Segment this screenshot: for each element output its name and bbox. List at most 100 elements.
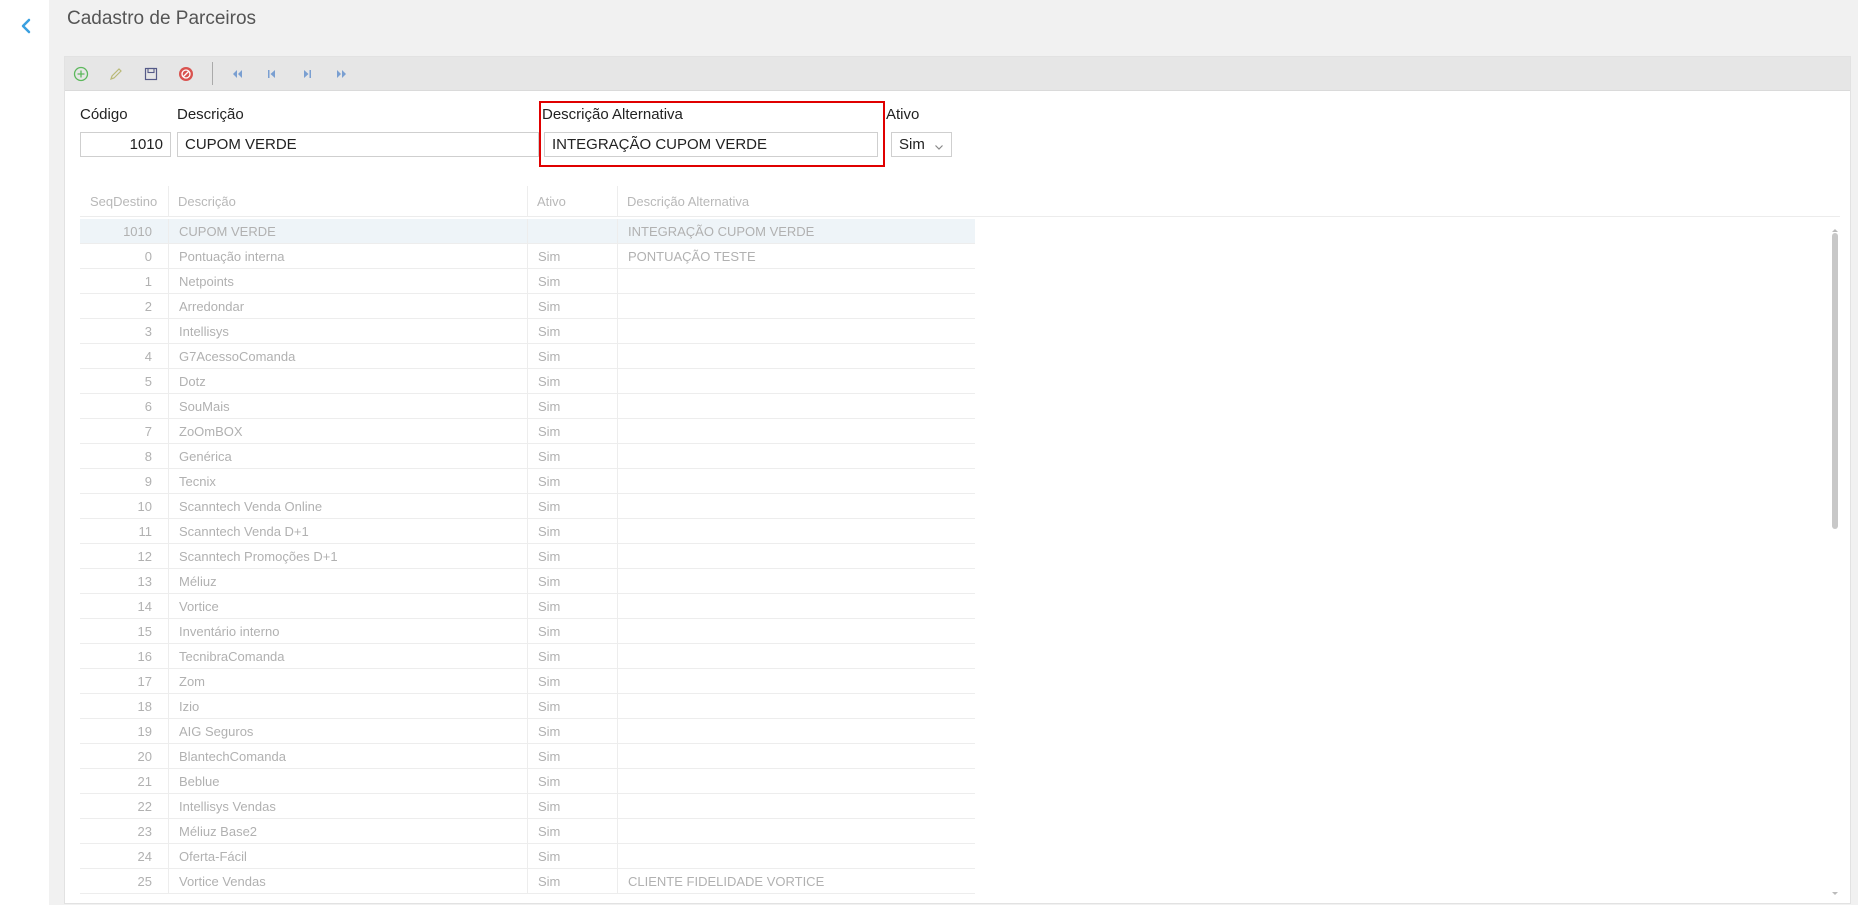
cell-descricao-alternativa	[617, 569, 975, 594]
left-rail	[0, 0, 49, 905]
table-row[interactable]: 14 Vortice Sim	[80, 594, 975, 619]
cell-descricao-alternativa	[617, 544, 975, 569]
cell-descricao-alternativa: PONTUAÇÃO TESTE	[617, 244, 975, 269]
descricao-input[interactable]	[177, 132, 539, 157]
table-row[interactable]: 22 Intellisys Vendas Sim	[80, 794, 975, 819]
table-row[interactable]: 12 Scanntech Promoções D+1 Sim	[80, 544, 975, 569]
cell-descricao: Pontuação interna	[168, 244, 528, 269]
vertical-scrollbar[interactable]	[1828, 219, 1842, 895]
table-row[interactable]: 4 G7AcessoComanda Sim	[80, 344, 975, 369]
table-row[interactable]: 21 Beblue Sim	[80, 769, 975, 794]
cell-ativo: Sim	[527, 819, 617, 844]
table-row[interactable]: 16 TecnibraComanda Sim	[80, 644, 975, 669]
codigo-input[interactable]	[80, 132, 171, 157]
cell-seqdestino: 1010	[123, 224, 152, 239]
back-icon[interactable]	[16, 16, 36, 36]
first-record-icon[interactable]	[226, 63, 248, 85]
table-row[interactable]: 19 AIG Seguros Sim	[80, 719, 975, 744]
table-row[interactable]: 9 Tecnix Sim	[80, 469, 975, 494]
cell-ativo	[527, 219, 617, 244]
cell-descricao-alternativa	[617, 494, 975, 519]
cell-ativo: Sim	[527, 469, 617, 494]
edit-icon[interactable]	[105, 63, 127, 85]
table-row[interactable]: 15 Inventário interno Sim	[80, 619, 975, 644]
descricao-alternativa-input[interactable]	[544, 132, 878, 157]
table-row[interactable]: 24 Oferta-Fácil Sim	[80, 844, 975, 869]
cell-seqdestino: 9	[144, 474, 152, 489]
cell-descricao-alternativa	[617, 394, 975, 419]
cell-seqdestino: 4	[144, 349, 152, 364]
table-row[interactable]: 17 Zom Sim	[80, 669, 975, 694]
cell-ativo: Sim	[527, 319, 617, 344]
ativo-select[interactable]: Sim	[891, 132, 952, 157]
table-row[interactable]: 11 Scanntech Venda D+1 Sim	[80, 519, 975, 544]
cell-seqdestino: 5	[144, 374, 152, 389]
table-row[interactable]: 25 Vortice Vendas Sim CLIENTE FIDELIDADE VO…	[80, 869, 975, 894]
cell-seqdestino: 2	[144, 299, 152, 314]
toolbar	[65, 57, 1850, 91]
scroll-up-icon[interactable]	[1830, 221, 1840, 232]
cell-ativo: Sim	[527, 594, 617, 619]
cell-descricao-alternativa	[617, 744, 975, 769]
table-row[interactable]: 3 Intellisys Sim	[80, 319, 975, 344]
table-row[interactable]: 0 Pontuação interna Sim PONTUAÇÃO TESTE	[80, 244, 975, 269]
table-row[interactable]: 10 Scanntech Venda Online Sim	[80, 494, 975, 519]
cell-descricao: TecnibraComanda	[168, 644, 528, 669]
cell-descricao: Netpoints	[168, 269, 528, 294]
column-header-ativo[interactable]: Ativo	[527, 186, 617, 217]
cell-descricao: Vortice Vendas	[168, 869, 528, 894]
cancel-icon[interactable]	[175, 63, 197, 85]
cell-seqdestino: 15	[137, 624, 152, 639]
ativo-label: Ativo	[886, 106, 920, 123]
cell-descricao: Genérica	[168, 444, 528, 469]
cell-seqdestino: 11	[138, 524, 153, 539]
last-record-icon[interactable]	[331, 63, 353, 85]
cell-descricao-alternativa	[617, 519, 975, 544]
cell-ativo: Sim	[527, 269, 617, 294]
column-header-descricao-alternativa[interactable]: Descrição Alternativa	[617, 186, 917, 217]
cell-ativo: Sim	[527, 494, 617, 519]
cell-descricao-alternativa	[617, 469, 975, 494]
cell-descricao: Scanntech Promoções D+1	[168, 544, 528, 569]
cell-descricao: Tecnix	[168, 469, 528, 494]
cell-seqdestino: 21	[137, 774, 152, 789]
cell-ativo: Sim	[527, 569, 617, 594]
cell-ativo: Sim	[527, 719, 617, 744]
table-row[interactable]: 2 Arredondar Sim	[80, 294, 975, 319]
table-row[interactable]: 23 Méliuz Base2 Sim	[80, 819, 975, 844]
cell-descricao: Inventário interno	[168, 619, 528, 644]
add-icon[interactable]	[70, 63, 92, 85]
cell-descricao: SouMais	[168, 394, 528, 419]
scroll-down-icon[interactable]	[1830, 885, 1840, 895]
cell-descricao: ZoOmBOX	[168, 419, 528, 444]
table-row[interactable]: 8 Genérica Sim	[80, 444, 975, 469]
table-row[interactable]: 1 Netpoints Sim	[80, 269, 975, 294]
column-header-seqdestino[interactable]: SeqDestino	[80, 186, 168, 217]
cell-seqdestino: 3	[144, 324, 152, 339]
previous-record-icon[interactable]	[261, 63, 283, 85]
save-icon[interactable]	[140, 63, 162, 85]
table-row[interactable]: 7 ZoOmBOX Sim	[80, 419, 975, 444]
cell-ativo: Sim	[527, 244, 617, 269]
cell-seqdestino: 25	[137, 874, 152, 889]
cell-ativo: Sim	[527, 419, 617, 444]
table-row[interactable]: 1010 CUPOM VERDE INTEGRAÇÃO CUPOM VERDE	[80, 219, 975, 244]
next-record-icon[interactable]	[296, 63, 318, 85]
table-row[interactable]: 5 Dotz Sim	[80, 369, 975, 394]
cell-descricao-alternativa	[617, 644, 975, 669]
cell-descricao-alternativa	[617, 844, 975, 869]
cell-descricao-alternativa	[617, 369, 975, 394]
cell-seqdestino: 0	[144, 249, 152, 264]
cell-seqdestino: 1	[144, 274, 152, 289]
table-row[interactable]: 20 BlantechComanda Sim	[80, 744, 975, 769]
table-row[interactable]: 13 Méliuz Sim	[80, 569, 975, 594]
cell-descricao-alternativa	[617, 794, 975, 819]
table-row[interactable]: 18 Izio Sim	[80, 694, 975, 719]
cell-descricao: Dotz	[168, 369, 528, 394]
scrollbar-thumb[interactable]	[1832, 233, 1838, 529]
cell-seqdestino: 6	[144, 399, 152, 414]
cell-descricao: Scanntech Venda Online	[168, 494, 528, 519]
table-row[interactable]: 6 SouMais Sim	[80, 394, 975, 419]
cell-ativo: Sim	[527, 444, 617, 469]
column-header-descricao[interactable]: Descrição	[168, 186, 527, 217]
